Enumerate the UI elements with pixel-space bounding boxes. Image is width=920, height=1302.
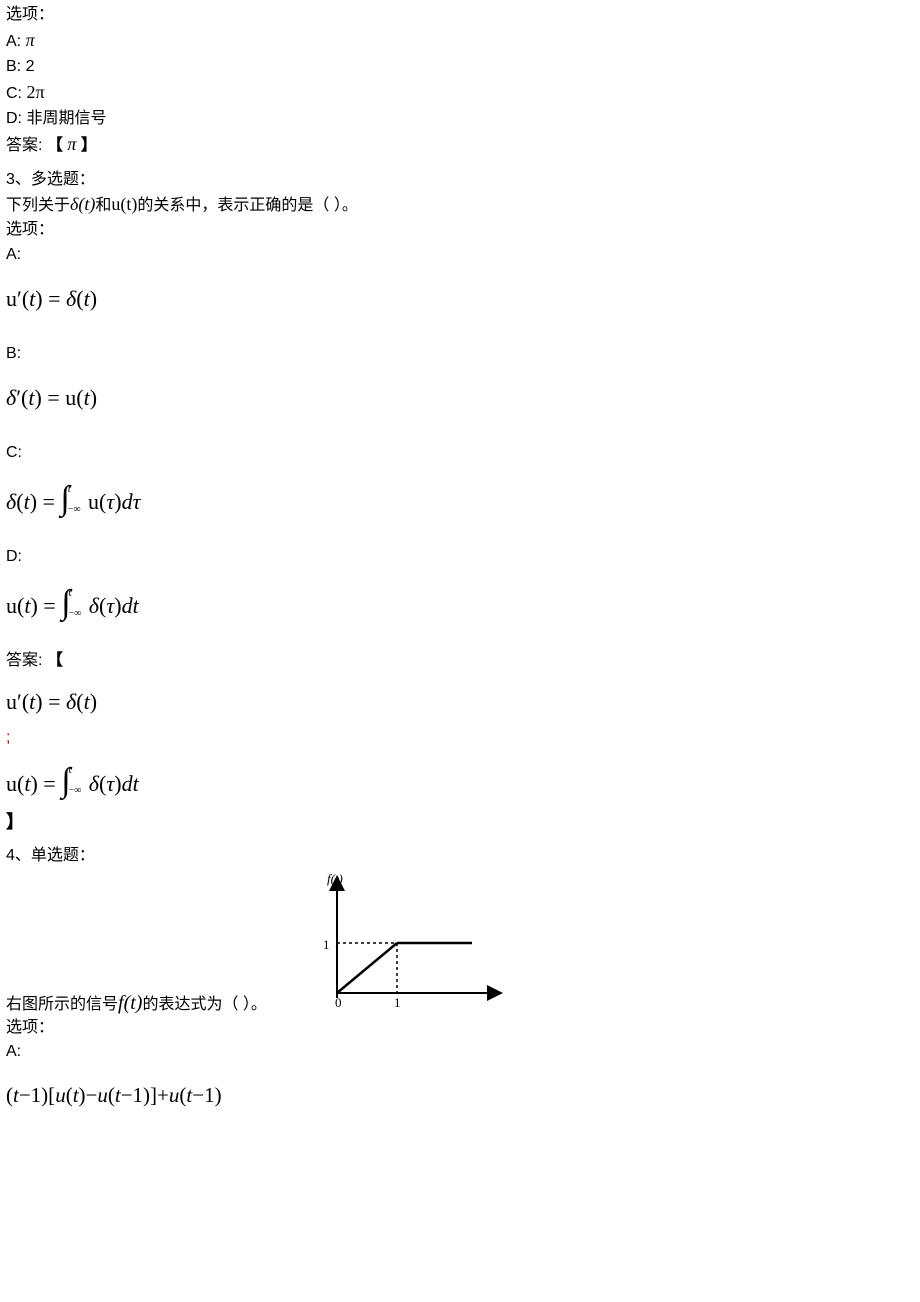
- q3-option-c-label: C:: [6, 442, 914, 464]
- q3-option-a-label: A:: [6, 244, 914, 266]
- q3-answer-sep: ;: [6, 727, 914, 749]
- signal-plot-icon: f(t) 0 1 1: [297, 873, 507, 1013]
- answer-close-bracket: 】: [81, 137, 97, 154]
- option-a-label: A:: [6, 33, 21, 50]
- q3-options-label: 选项：: [6, 219, 914, 241]
- answer-value: π: [67, 134, 76, 154]
- q3-stem-mid: 和: [95, 197, 111, 214]
- option-d-label: D:: [6, 110, 22, 127]
- plot-ytick-1: 1: [323, 937, 330, 952]
- q3-answer-line: 答案: 【: [6, 650, 914, 672]
- q3-stem-post: 的关系中，表示正确的是（ ）。: [137, 197, 357, 214]
- q4-heading: 4、单选题：: [6, 845, 914, 867]
- option-b-value: 2: [26, 58, 35, 75]
- option-c: C: 2π: [6, 80, 914, 105]
- option-b-label: B:: [6, 58, 21, 75]
- option-d-value: 非周期信号: [26, 110, 106, 127]
- plot-ylabel: f(t): [327, 873, 343, 886]
- plot-xtick-0: 0: [335, 995, 342, 1010]
- q3-answer-2: u(t) = ∫ t−∞ δ(τ)dt: [6, 764, 914, 800]
- answer-line: 答案: 【 π 】: [6, 132, 914, 157]
- option-b: B: 2: [6, 56, 914, 78]
- option-a: A: π: [6, 28, 914, 53]
- plot-xtick-1: 1: [394, 995, 401, 1010]
- q3-option-b-label: B:: [6, 343, 914, 365]
- q3-answer-close: 】: [6, 810, 914, 835]
- q3-option-d-formula: u(t) = ∫ t−∞ δ(τ)dt: [6, 586, 914, 622]
- q4-plot: f(t) 0 1 1: [297, 873, 507, 1020]
- option-a-value: π: [26, 30, 35, 50]
- q3-answer-label: 答案:: [6, 652, 42, 669]
- q4-option-a-label: A:: [6, 1041, 914, 1063]
- q3-answer-1: u′(t) = δ(t): [6, 687, 914, 718]
- u-t: u(t): [111, 194, 137, 214]
- q3-option-b-formula: δ′(t) = u(t): [6, 383, 914, 414]
- q4-stem-pre: 右图所示的信号: [6, 996, 118, 1013]
- q3-option-c-formula: δ(t) = ∫ t−∞ u(τ)dτ: [6, 482, 914, 518]
- option-c-value: 2π: [26, 82, 44, 102]
- q3-option-a-formula: u′(t) = δ(t): [6, 284, 914, 315]
- answer-open-bracket: 【: [47, 137, 63, 154]
- q4-stem-post: 的表达式为（ ）。: [142, 996, 266, 1013]
- q3-option-d-label: D:: [6, 546, 914, 568]
- q4-option-a-formula: (t−1)[u(t)−u(t−1)]+u(t−1): [6, 1081, 914, 1110]
- delta-t: δ(t): [70, 194, 95, 214]
- q3-heading: 3、多选题：: [6, 169, 914, 191]
- options-label: 选项：: [6, 4, 914, 26]
- answer-label: 答案:: [6, 137, 42, 154]
- q3-stem: 下列关于δ(t)和u(t)的关系中，表示正确的是（ ）。: [6, 192, 914, 217]
- q4-ft: f(t): [118, 992, 142, 1014]
- q3-stem-pre: 下列关于: [6, 197, 70, 214]
- q4-stem: 右图所示的信号f(t)的表达式为（ ）。: [6, 989, 267, 1017]
- option-c-label: C:: [6, 85, 22, 102]
- option-d: D: 非周期信号: [6, 108, 914, 130]
- q3-answer-open: 【: [47, 652, 63, 669]
